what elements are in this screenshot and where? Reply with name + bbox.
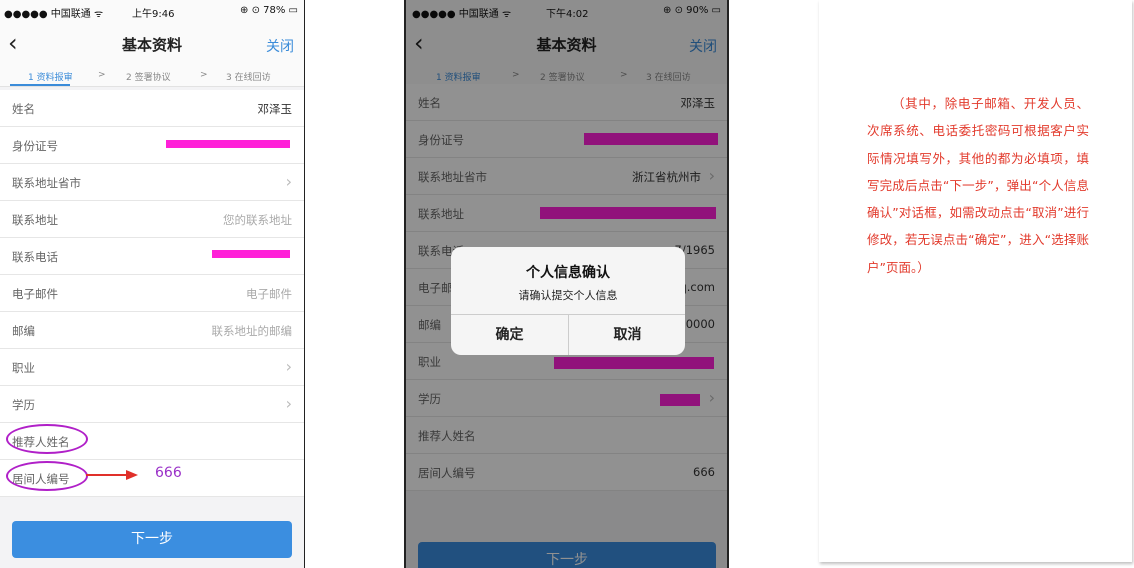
arrow-right-icon: [86, 470, 138, 480]
confirm-dialog: 个人信息确认 请确认提交个人信息 确定 取消: [451, 247, 685, 355]
status-time: 上午9:46: [132, 9, 175, 20]
dialog-title: 个人信息确认: [526, 265, 610, 281]
chevron-right-icon: ›: [285, 394, 292, 413]
step-separator: >: [200, 70, 208, 80]
highlight-ellipse: [6, 424, 88, 454]
field-value: 邓泽玉: [257, 102, 293, 116]
field-postcode[interactable]: 邮编 联系地址的邮编: [0, 312, 304, 349]
field-placeholder: 联系地址的邮编: [211, 324, 293, 338]
field-label: 联系地址: [12, 213, 58, 227]
field-name[interactable]: 姓名 邓泽玉: [0, 90, 304, 127]
field-label: 联系电话: [12, 250, 58, 264]
phone-screen-dialog: ●●●●● 中国联通 ᯤ 下午4:02 ⊕ ⊙ 90% ▭ ‹ 基本资料 关闭 …: [404, 0, 729, 568]
field-label: 姓名: [12, 102, 35, 116]
page-title: 基本资料: [121, 36, 182, 54]
confirm-button[interactable]: 确定: [451, 315, 568, 355]
chevron-right-icon: ›: [285, 357, 292, 376]
field-label: 身份证号: [12, 139, 58, 153]
step-1: 1 资料报审: [28, 73, 73, 83]
step-2: 2 签署协议: [126, 73, 171, 83]
dialog-buttons: 确定 取消: [451, 314, 685, 355]
field-label: 联系地址省市: [12, 176, 81, 190]
field-label: 邮编: [12, 324, 35, 338]
chevron-right-icon: ›: [285, 172, 292, 191]
field-phone[interactable]: 联系电话: [0, 238, 304, 275]
close-button[interactable]: 关闭: [266, 36, 294, 56]
status-bar: ●●●●● 中国联通 ᯤ 上午9:46 ⊕ ⊙ 78% ▭: [0, 0, 304, 22]
field-placeholder: 电子邮件: [246, 287, 292, 301]
carrier-signal: ●●●●● 中国联通 ᯤ: [4, 9, 104, 20]
instruction-text: （其中，除电子邮箱、开发人员、次席系统、电话委托密码可根据客户实际情况填写外，其…: [867, 96, 1089, 275]
cancel-button[interactable]: 取消: [568, 315, 685, 355]
field-id-number[interactable]: 身份证号: [0, 127, 304, 164]
field-placeholder: 您的联系地址: [223, 213, 292, 227]
nav-bar: ‹ 基本资料 关闭: [0, 22, 304, 66]
redaction-mark: [166, 140, 290, 148]
step-separator: >: [98, 70, 106, 80]
step-3: 3 在线回访: [226, 73, 271, 83]
redaction-mark: [212, 250, 290, 258]
field-email[interactable]: 电子邮件 电子邮件: [0, 275, 304, 312]
progress-steps: 1 资料报审 > 2 签署协议 > 3 在线回访: [0, 66, 304, 87]
field-occupation[interactable]: 职业 ›: [0, 349, 304, 386]
field-education[interactable]: 学历 ›: [0, 386, 304, 423]
instruction-note-card: （其中，除电子邮箱、开发人员、次席系统、电话委托密码可根据客户实际情况填写外，其…: [819, 0, 1132, 562]
field-address[interactable]: 联系地址 您的联系地址: [0, 201, 304, 238]
field-label: 职业: [12, 361, 35, 375]
field-province-city[interactable]: 联系地址省市 ›: [0, 164, 304, 201]
field-label: 电子邮件: [12, 287, 58, 301]
phone-screen-form: ●●●●● 中国联通 ᯤ 上午9:46 ⊕ ⊙ 78% ▭ ‹ 基本资料 关闭 …: [0, 0, 305, 568]
battery-indicator: ⊕ ⊙ 78% ▭: [240, 5, 298, 16]
dialog-message: 请确认提交个人信息: [518, 289, 618, 302]
field-label: 学历: [12, 398, 35, 412]
annotation-value: 666: [155, 465, 182, 481]
active-step-underline: [10, 84, 70, 86]
next-step-button[interactable]: 下一步: [12, 521, 292, 558]
highlight-ellipse: [6, 461, 88, 491]
